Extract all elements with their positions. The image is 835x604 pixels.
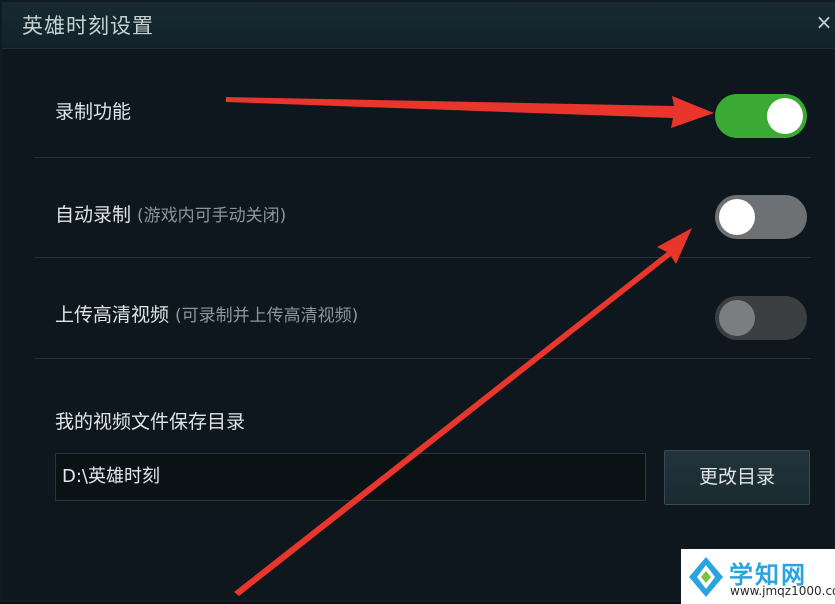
save-directory-field[interactable]: D:\英雄时刻 (55, 453, 646, 501)
upload-hd-label: 上传高清视频 (55, 304, 170, 326)
auto-record-hint: (游戏内可手动关闭) (137, 206, 287, 226)
watermark-logo-icon (689, 557, 723, 597)
upload-hd-toggle[interactable] (715, 296, 807, 340)
save-directory-label: 我的视频文件保存目录 (55, 411, 246, 433)
toggle-knob (719, 199, 755, 235)
upload-hd-hint: (可录制并上传高清视频) (175, 306, 359, 326)
record-label: 录制功能 (55, 101, 132, 123)
record-toggle[interactable] (715, 94, 807, 138)
divider (35, 358, 811, 359)
setting-record: 录制功能 (55, 97, 131, 124)
divider (35, 157, 811, 158)
change-directory-button[interactable]: 更改目录 (664, 450, 810, 505)
settings-dialog: 英雄时刻设置 × 录制功能 自动录制 (游戏内可手动关闭) 上传高清视频 (可录制并… (0, 0, 835, 604)
title-bar: 英雄时刻设置 × (2, 2, 835, 49)
auto-record-toggle[interactable] (715, 195, 807, 239)
setting-auto-record: 自动录制 (游戏内可手动关闭) (55, 200, 286, 227)
annotation-arrow-top (226, 96, 714, 128)
close-icon: × (815, 10, 833, 34)
toggle-knob (767, 98, 803, 134)
watermark-url: www.jmqz1000.com (730, 584, 835, 598)
divider (35, 257, 811, 258)
dialog-title: 英雄时刻设置 (22, 14, 154, 38)
auto-record-label: 自动录制 (55, 204, 132, 226)
setting-upload-hd: 上传高清视频 (可录制并上传高清视频) (55, 300, 358, 327)
close-button[interactable]: × (813, 10, 835, 38)
watermark: 学知网 www.jmqz1000.com (681, 549, 835, 604)
annotation-arrow-diagonal (234, 228, 692, 596)
toggle-knob (719, 300, 755, 336)
